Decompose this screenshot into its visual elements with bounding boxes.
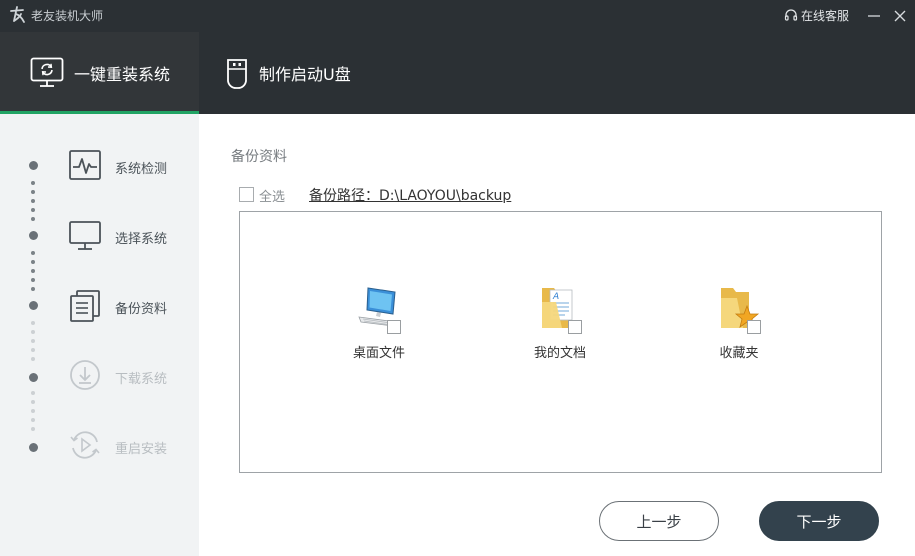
online-service-button[interactable]: 在线客服 xyxy=(784,7,849,24)
app-title: 老友装机大师 xyxy=(31,9,104,23)
pulse-monitor-icon xyxy=(69,150,101,180)
step-label: 重启安装 xyxy=(115,442,168,457)
backup-items-panel: 桌面文件 A 我的文档 收藏夹 xyxy=(239,211,882,473)
tab-label: 一键重装系统 xyxy=(74,65,171,84)
step-label: 备份资料 xyxy=(115,302,168,317)
steps-sidebar: 系统检测 选择系统 备份资料 下载系统 重启安装 xyxy=(0,114,199,556)
next-step-button[interactable]: 下一步 xyxy=(759,501,879,541)
select-all-label[interactable]: 全选 xyxy=(259,186,285,205)
restart-icon xyxy=(70,431,100,459)
title-bar: 老友装机大师 在线客服 xyxy=(0,0,915,32)
step-dot xyxy=(29,231,38,240)
tab-one-click-reinstall[interactable]: 一键重装系统 xyxy=(0,32,199,114)
step-dot xyxy=(29,301,38,310)
close-icon[interactable] xyxy=(890,6,910,26)
item-checkbox[interactable] xyxy=(747,320,761,334)
backup-item-favorites[interactable]: 收藏夹 xyxy=(689,284,789,364)
main-content: 备份资料 全选 备份路径：D:\LAOYOU\backup 桌面文件 A 我的文… xyxy=(199,114,915,556)
step-select-system: 选择系统 xyxy=(0,216,199,256)
page-title: 备份资料 xyxy=(231,149,287,165)
download-icon xyxy=(70,360,100,390)
tab-make-boot-usb[interactable]: 制作启动U盘 xyxy=(199,32,399,114)
step-backup-data: 备份资料 xyxy=(0,286,199,326)
item-checkbox[interactable] xyxy=(387,320,401,334)
item-label: 收藏夹 xyxy=(719,346,759,361)
online-service-label: 在线客服 xyxy=(801,9,850,23)
usb-drive-icon xyxy=(227,59,247,89)
monitor-refresh-icon xyxy=(30,57,64,87)
backup-item-my-documents[interactable]: A 我的文档 xyxy=(510,284,610,364)
item-checkbox[interactable] xyxy=(568,320,582,334)
app-logo-icon xyxy=(10,6,25,23)
step-dot xyxy=(29,443,38,452)
minimize-icon[interactable] xyxy=(864,6,884,26)
previous-step-button[interactable]: 上一步 xyxy=(599,501,719,541)
step-dot xyxy=(29,161,38,170)
main-tab-bar: 一键重装系统 制作启动U盘 xyxy=(0,32,915,114)
backup-path-link[interactable]: 备份路径：D:\LAOYOU\backup xyxy=(309,185,511,205)
item-label: 桌面文件 xyxy=(352,346,405,361)
backup-item-desktop[interactable]: 桌面文件 xyxy=(329,284,429,364)
step-system-check: 系统检测 xyxy=(0,146,199,186)
step-label: 选择系统 xyxy=(115,232,168,247)
select-all-checkbox[interactable] xyxy=(239,187,254,202)
step-restart-install: 重启安装 xyxy=(0,426,199,466)
monitor-icon xyxy=(69,221,101,250)
step-label: 下载系统 xyxy=(115,372,168,387)
headset-icon xyxy=(784,8,798,21)
step-download-system: 下载系统 xyxy=(0,356,199,396)
svg-text:A: A xyxy=(552,292,559,302)
step-label: 系统检测 xyxy=(115,162,168,177)
tab-label: 制作启动U盘 xyxy=(259,65,351,84)
documents-icon xyxy=(70,290,100,322)
step-dot xyxy=(29,373,38,382)
item-label: 我的文档 xyxy=(533,346,586,361)
